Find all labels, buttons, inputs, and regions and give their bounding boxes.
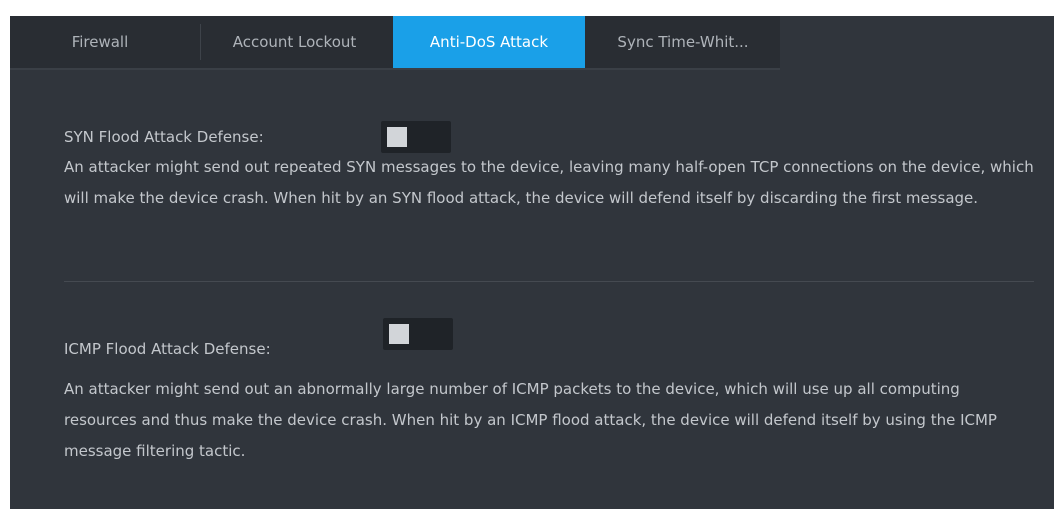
icmp-flood-description: An attacker might send out an abnormally… bbox=[64, 380, 997, 460]
tab-sync-time-whitelist[interactable]: Sync Time-Whit... bbox=[588, 16, 778, 68]
icmp-flood-defense-toggle[interactable] bbox=[383, 318, 453, 350]
icmp-flood-defense-label: ICMP Flood Attack Defense: bbox=[64, 340, 271, 358]
security-settings-panel: Firewall Account Lockout Anti-DoS Attack… bbox=[10, 16, 1054, 509]
syn-flood-defense-toggle[interactable] bbox=[381, 121, 451, 153]
syn-flood-description: An attacker might send out repeated SYN … bbox=[64, 158, 1034, 207]
tab-account-lockout[interactable]: Account Lockout bbox=[201, 16, 388, 68]
syn-flood-defense-label: SYN Flood Attack Defense: bbox=[64, 128, 264, 146]
tab-firewall[interactable]: Firewall bbox=[10, 16, 190, 68]
tab-anti-dos-attack[interactable]: Anti-DoS Attack bbox=[393, 16, 585, 68]
section-divider bbox=[64, 281, 1034, 282]
toggle-knob bbox=[389, 324, 409, 344]
toggle-knob bbox=[387, 127, 407, 147]
tab-bar: Firewall Account Lockout Anti-DoS Attack… bbox=[10, 16, 780, 70]
